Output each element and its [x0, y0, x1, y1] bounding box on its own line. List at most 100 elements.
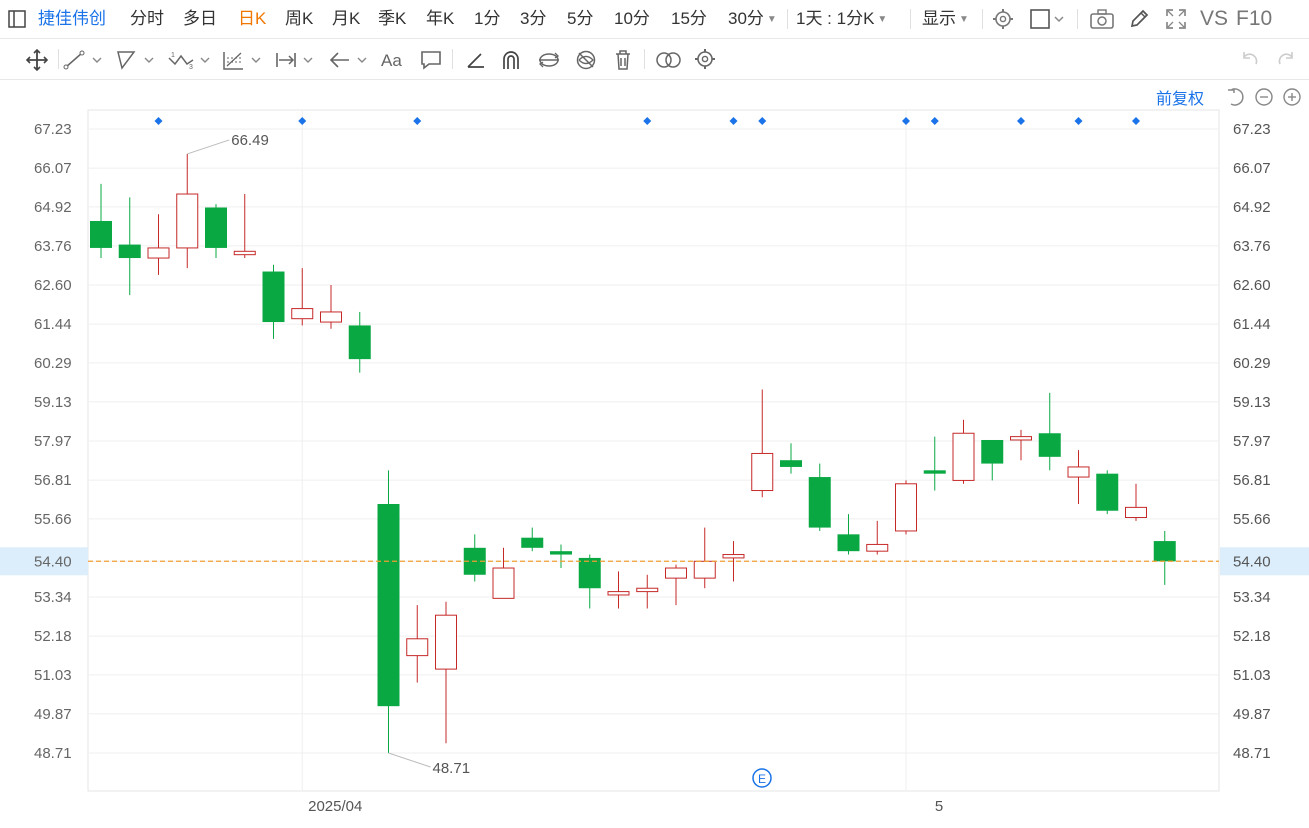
- fibonacci-tool-icon[interactable]: [222, 49, 266, 76]
- divider: [58, 49, 59, 69]
- measure-tool-icon[interactable]: [274, 49, 318, 76]
- price-tick-left: 67.23: [34, 121, 72, 138]
- event-e-icon[interactable]: E: [752, 768, 772, 788]
- line-tool-icon[interactable]: [63, 49, 107, 76]
- price-tick-right: 66.07: [1233, 160, 1271, 177]
- price-tick-right: 51.03: [1233, 667, 1271, 684]
- trash-icon[interactable]: [612, 49, 634, 76]
- pencil-icon[interactable]: [1128, 8, 1150, 35]
- price-tick-left: 51.03: [34, 667, 72, 684]
- stock-name[interactable]: 捷佳伟创: [38, 0, 106, 38]
- overlay-compare-icon[interactable]: [655, 49, 683, 76]
- candle: [578, 554, 601, 609]
- candle: [693, 527, 716, 589]
- zoom-out-icon[interactable]: [1255, 88, 1273, 106]
- tab-30min[interactable]: 30分 ▼: [728, 0, 777, 38]
- gear-icon[interactable]: [992, 8, 1014, 35]
- candle: [780, 443, 802, 474]
- tab-3min[interactable]: 3分: [520, 0, 546, 38]
- candle-body: [176, 193, 199, 249]
- f10-button[interactable]: F10: [1236, 0, 1272, 38]
- sync-icon[interactable]: [537, 49, 561, 76]
- hide-drawings-icon[interactable]: [575, 49, 597, 76]
- candle: [895, 480, 917, 535]
- sidebar-toggle-icon[interactable]: [8, 10, 26, 28]
- candle-body: [866, 543, 889, 552]
- candle: [1038, 392, 1061, 471]
- display-select[interactable]: 显示 ▼: [922, 0, 969, 38]
- candles: [90, 153, 1176, 753]
- comment-tool-icon[interactable]: [420, 49, 442, 76]
- candle: [808, 463, 831, 531]
- compare-button[interactable]: VS: [1200, 0, 1228, 38]
- max-leader-line: [187, 139, 230, 155]
- svg-text:1: 1: [171, 52, 175, 59]
- tab-5min[interactable]: 5分: [567, 0, 593, 38]
- price-tick-right: 67.23: [1233, 121, 1271, 138]
- layout-square-icon[interactable]: [1030, 9, 1066, 34]
- price-tick-right: 49.87: [1233, 706, 1271, 723]
- tab-quarterly-k[interactable]: 季K: [378, 0, 406, 38]
- camera-icon[interactable]: [1090, 9, 1114, 34]
- adjust-mode-button[interactable]: 前复权: [1156, 90, 1204, 108]
- candle-body: [233, 250, 256, 256]
- divider: [1077, 9, 1078, 29]
- move-cross-icon[interactable]: [25, 48, 49, 77]
- candle-body: [521, 537, 544, 548]
- tab-daily-k[interactable]: 日K: [238, 0, 266, 38]
- zoom-in-icon[interactable]: [1283, 88, 1301, 106]
- extreme-annotations: 66.49 48.71: [187, 132, 470, 777]
- period-select-label: 1天 : 1分K: [796, 9, 875, 28]
- channel-tool-icon[interactable]: [115, 49, 159, 76]
- candle-body: [320, 311, 342, 323]
- price-tick-right: 62.60: [1233, 277, 1271, 294]
- reset-icon[interactable]: [1228, 88, 1244, 106]
- event-marker-icon: [902, 117, 910, 125]
- drawing-toolbar: 13 Aa: [0, 39, 1309, 80]
- tab-multi-day[interactable]: 多日: [183, 0, 217, 38]
- undo-icon[interactable]: [1238, 49, 1260, 76]
- tab-1min[interactable]: 1分: [474, 0, 500, 38]
- tab-weekly-k[interactable]: 周K: [285, 0, 313, 38]
- candle: [348, 311, 371, 373]
- price-tick-left: 63.76: [34, 238, 72, 255]
- candle: [262, 264, 285, 339]
- candle-body: [550, 551, 572, 555]
- period-select[interactable]: 1天 : 1分K ▼: [796, 0, 887, 38]
- tab-10min[interactable]: 10分: [614, 0, 650, 38]
- candle-body: [348, 325, 371, 360]
- candle-body: [1125, 506, 1147, 518]
- top-tab-bar: 捷佳伟创 分时 多日 日K 周K 月K 季K 年K 1分 3分 5分 10分 1…: [0, 0, 1309, 39]
- event-marker-icon: [1017, 117, 1025, 125]
- tab-yearly-k[interactable]: 年K: [426, 0, 454, 38]
- event-marker-icon: [154, 117, 163, 125]
- candle-body: [722, 554, 745, 559]
- candle: [176, 153, 199, 269]
- fullscreen-icon[interactable]: [1165, 8, 1187, 35]
- candle-body: [837, 534, 860, 552]
- candle: [90, 183, 112, 259]
- candle: [521, 527, 544, 552]
- tab-fenshi[interactable]: 分时: [130, 0, 164, 38]
- price-tick-right: 55.66: [1233, 511, 1271, 528]
- divider: [787, 9, 788, 29]
- arrow-tool-icon[interactable]: [328, 49, 372, 76]
- candlestick-chart[interactable]: 66.49 48.71 67.23 67.23 66.07 66.07 64.92 64.9…: [0, 80, 1309, 828]
- angle-tool-icon[interactable]: [465, 49, 487, 76]
- candle-body: [981, 439, 1004, 464]
- wave-tool-icon[interactable]: 13: [167, 49, 215, 76]
- price-tick-left: 66.07: [34, 160, 72, 177]
- event-e-letter: E: [758, 772, 766, 786]
- tab-15min[interactable]: 15分: [671, 0, 707, 38]
- text-tool-icon[interactable]: Aa: [380, 48, 408, 75]
- event-marker-icon: [1074, 117, 1083, 125]
- candle-body: [607, 591, 630, 596]
- magnet-icon[interactable]: [500, 49, 522, 76]
- price-tick-left: 56.81: [34, 472, 72, 489]
- candle-body: [1067, 466, 1090, 478]
- tab-monthly-k[interactable]: 月K: [332, 0, 360, 38]
- settings-icon[interactable]: [694, 48, 716, 75]
- min-price-label: 48.71: [433, 760, 471, 777]
- candle: [751, 389, 774, 498]
- redo-icon[interactable]: [1276, 49, 1298, 76]
